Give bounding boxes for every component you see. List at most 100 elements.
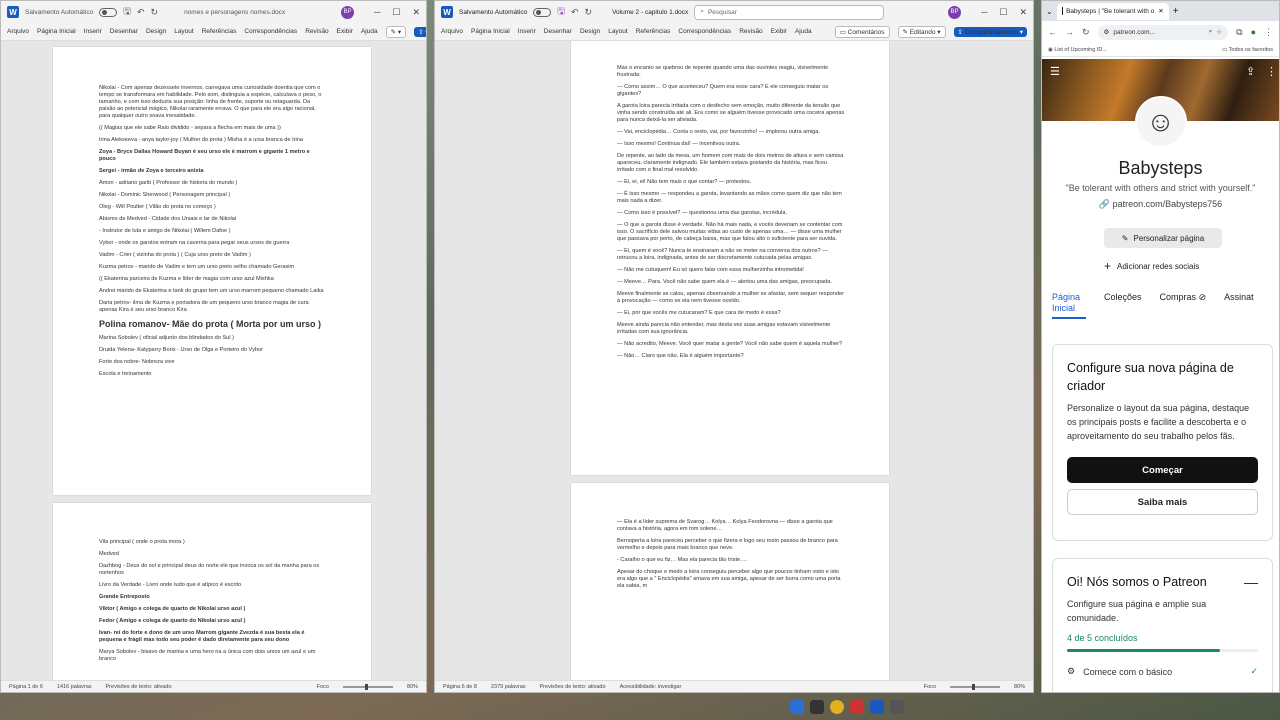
share-button[interactable]: ⇪ Compartilhamento ▾	[953, 26, 1027, 37]
word-count[interactable]: 1416 palavras	[57, 684, 92, 690]
focus-button[interactable]: Foco	[317, 684, 329, 690]
word-icon[interactable]	[870, 700, 884, 714]
site-info-icon[interactable]: ⚙	[1104, 28, 1110, 36]
menu-dots-icon[interactable]: ⋮	[1264, 27, 1273, 38]
hamburger-menu-icon[interactable]: ☰	[1050, 65, 1060, 78]
creator-link[interactable]: 🔗 patreon.com/Babysteps756	[1042, 199, 1279, 210]
zoom-level[interactable]: 80%	[1014, 684, 1025, 690]
zoom-slider[interactable]	[949, 683, 1000, 690]
redo-icon[interactable]: ↻	[151, 7, 159, 18]
menu-design[interactable]: Design	[146, 28, 166, 35]
document-page[interactable]: Nikolai - Com apenas dezessete invernos,…	[53, 47, 371, 495]
menu-design[interactable]: Design	[580, 28, 600, 35]
collapse-icon[interactable]: —	[1244, 574, 1258, 590]
avatar[interactable]: BP	[947, 5, 961, 19]
menu-layout[interactable]: Layout	[174, 28, 194, 35]
zoom-icon[interactable]: ⌕	[1209, 28, 1213, 36]
setup-step[interactable]: ⚙ Comece com o básico ✓	[1067, 666, 1258, 677]
menu-referencias[interactable]: Referências	[202, 28, 237, 35]
more-icon[interactable]: ⋮	[1266, 65, 1277, 78]
share-icon[interactable]: ⇪	[1246, 65, 1255, 78]
close-icon[interactable]: ✕	[412, 7, 420, 18]
app-icon[interactable]	[850, 700, 864, 714]
menu-pagina-inicial[interactable]: Página Inicial	[37, 28, 76, 35]
app-icon[interactable]	[810, 700, 824, 714]
menu-inserir[interactable]: Inserir	[518, 28, 536, 35]
menu-ajuda[interactable]: Ajuda	[361, 28, 378, 35]
bookmark-item[interactable]: ◉ List of Upcoming ID...	[1048, 47, 1107, 53]
menu-arquivo[interactable]: Arquivo	[441, 28, 463, 35]
tab-compras[interactable]: Compras ⊘	[1160, 292, 1207, 319]
save-icon[interactable]: 🖫	[557, 4, 565, 20]
bookmark-star-icon[interactable]: ☆	[1216, 28, 1222, 36]
profile-icon[interactable]: ●	[1251, 27, 1256, 37]
menu-exibir[interactable]: Exibir	[337, 28, 353, 35]
menu-referencias[interactable]: Referências	[636, 28, 671, 35]
tab-list-icon[interactable]: ⌄	[1046, 7, 1053, 16]
paragraph: - Instrutor de luta e amigo de Nikolai (…	[99, 228, 231, 234]
search-input[interactable]: ⌕ Pesquisar	[694, 4, 885, 20]
zoom-level[interactable]: 80%	[407, 684, 418, 690]
menu-revisao[interactable]: Revisão	[739, 28, 762, 35]
maximize-icon[interactable]: ☐	[392, 7, 400, 18]
new-tab-icon[interactable]: +	[1173, 6, 1179, 17]
undo-icon[interactable]: ↶	[137, 7, 145, 18]
zoom-slider[interactable]	[342, 683, 393, 690]
url-input[interactable]: ⚙ patreon.com... ⌕ ☆	[1097, 24, 1229, 40]
autosave-toggle[interactable]	[99, 7, 118, 17]
all-bookmarks[interactable]: ▭ Todos os favoritos	[1222, 47, 1273, 53]
document-page[interactable]: — Ela é a líder suprema de Svarog… Kolya…	[571, 483, 889, 680]
text-predictions[interactable]: Previsões de texto: ativado	[106, 684, 172, 690]
menu-desenhar[interactable]: Desenhar	[110, 28, 138, 35]
word-count[interactable]: 2379 palavras	[491, 684, 526, 690]
page-count[interactable]: Página 1 de 6	[9, 684, 43, 690]
share-button[interactable]: ⇪ ▾	[414, 26, 426, 37]
tab-colecoes[interactable]: Coleções	[1104, 292, 1142, 319]
menu-desenhar[interactable]: Desenhar	[544, 28, 572, 35]
menu-correspondencias[interactable]: Correspondências	[678, 28, 731, 35]
add-social-button[interactable]: + Adicionar redes sociais	[1104, 259, 1199, 273]
menu-revisao[interactable]: Revisão	[305, 28, 328, 35]
start-button[interactable]: Começar	[1067, 457, 1258, 483]
tab-pagina-inicial[interactable]: Página Inicial	[1052, 292, 1086, 319]
document-area[interactable]: Nikolai - Com apenas dezessete invernos,…	[1, 41, 426, 680]
menu-exibir[interactable]: Exibir	[771, 28, 787, 35]
back-icon[interactable]: ←	[1048, 27, 1057, 37]
document-area[interactable]: Mas o encanto se quebrou de repente quan…	[435, 41, 1033, 680]
personalize-page-button[interactable]: ✎ Personalizar página	[1104, 228, 1222, 248]
save-icon[interactable]: 🖫	[123, 4, 131, 20]
minimize-icon[interactable]: ─	[981, 7, 987, 18]
undo-icon[interactable]: ↶	[571, 7, 579, 18]
menu-arquivo[interactable]: Arquivo	[7, 28, 29, 35]
reload-icon[interactable]: ↻	[1082, 27, 1090, 38]
menu-inserir[interactable]: Inserir	[84, 28, 102, 35]
app-icon[interactable]	[790, 700, 804, 714]
chrome-icon[interactable]	[830, 700, 844, 714]
comments-button[interactable]: ▭ Comentários	[834, 25, 890, 38]
menu-pagina-inicial[interactable]: Página Inicial	[471, 28, 510, 35]
tab-patreon[interactable]: Babysteps | "Be tolerant with o ✕	[1056, 2, 1169, 20]
menu-correspondencias[interactable]: Correspondências	[244, 28, 297, 35]
menu-layout[interactable]: Layout	[608, 28, 628, 35]
focus-button[interactable]: Foco	[924, 684, 936, 690]
learn-more-button[interactable]: Saiba mais	[1067, 489, 1258, 515]
text-predictions[interactable]: Previsões de texto: ativado	[540, 684, 606, 690]
maximize-icon[interactable]: ☐	[999, 7, 1007, 18]
page-count[interactable]: Página 6 de 8	[443, 684, 477, 690]
forward-icon[interactable]: →	[1065, 27, 1074, 37]
minimize-icon[interactable]: ─	[374, 7, 380, 18]
document-page[interactable]: Mas o encanto se quebrou de repente quan…	[571, 41, 889, 475]
document-page[interactable]: Vila principal ( onde o prota mora ) Medv…	[53, 503, 371, 680]
menu-ajuda[interactable]: Ajuda	[795, 28, 812, 35]
tab-assinaturas[interactable]: Assinat	[1224, 292, 1254, 319]
app-icon[interactable]	[890, 700, 904, 714]
close-tab-icon[interactable]: ✕	[1158, 7, 1163, 15]
editing-mode-button[interactable]: ✎ Editando ▾	[897, 25, 946, 38]
extensions-icon[interactable]: ⧉	[1236, 27, 1242, 38]
avatar[interactable]: BP	[340, 5, 354, 19]
redo-icon[interactable]: ↻	[585, 7, 593, 18]
autosave-toggle[interactable]	[533, 7, 552, 17]
edit-mode-button[interactable]: ✎ ▾	[385, 25, 407, 38]
accessibility-status[interactable]: Acessibilidade: investigar	[620, 684, 682, 690]
close-icon[interactable]: ✕	[1019, 7, 1027, 18]
